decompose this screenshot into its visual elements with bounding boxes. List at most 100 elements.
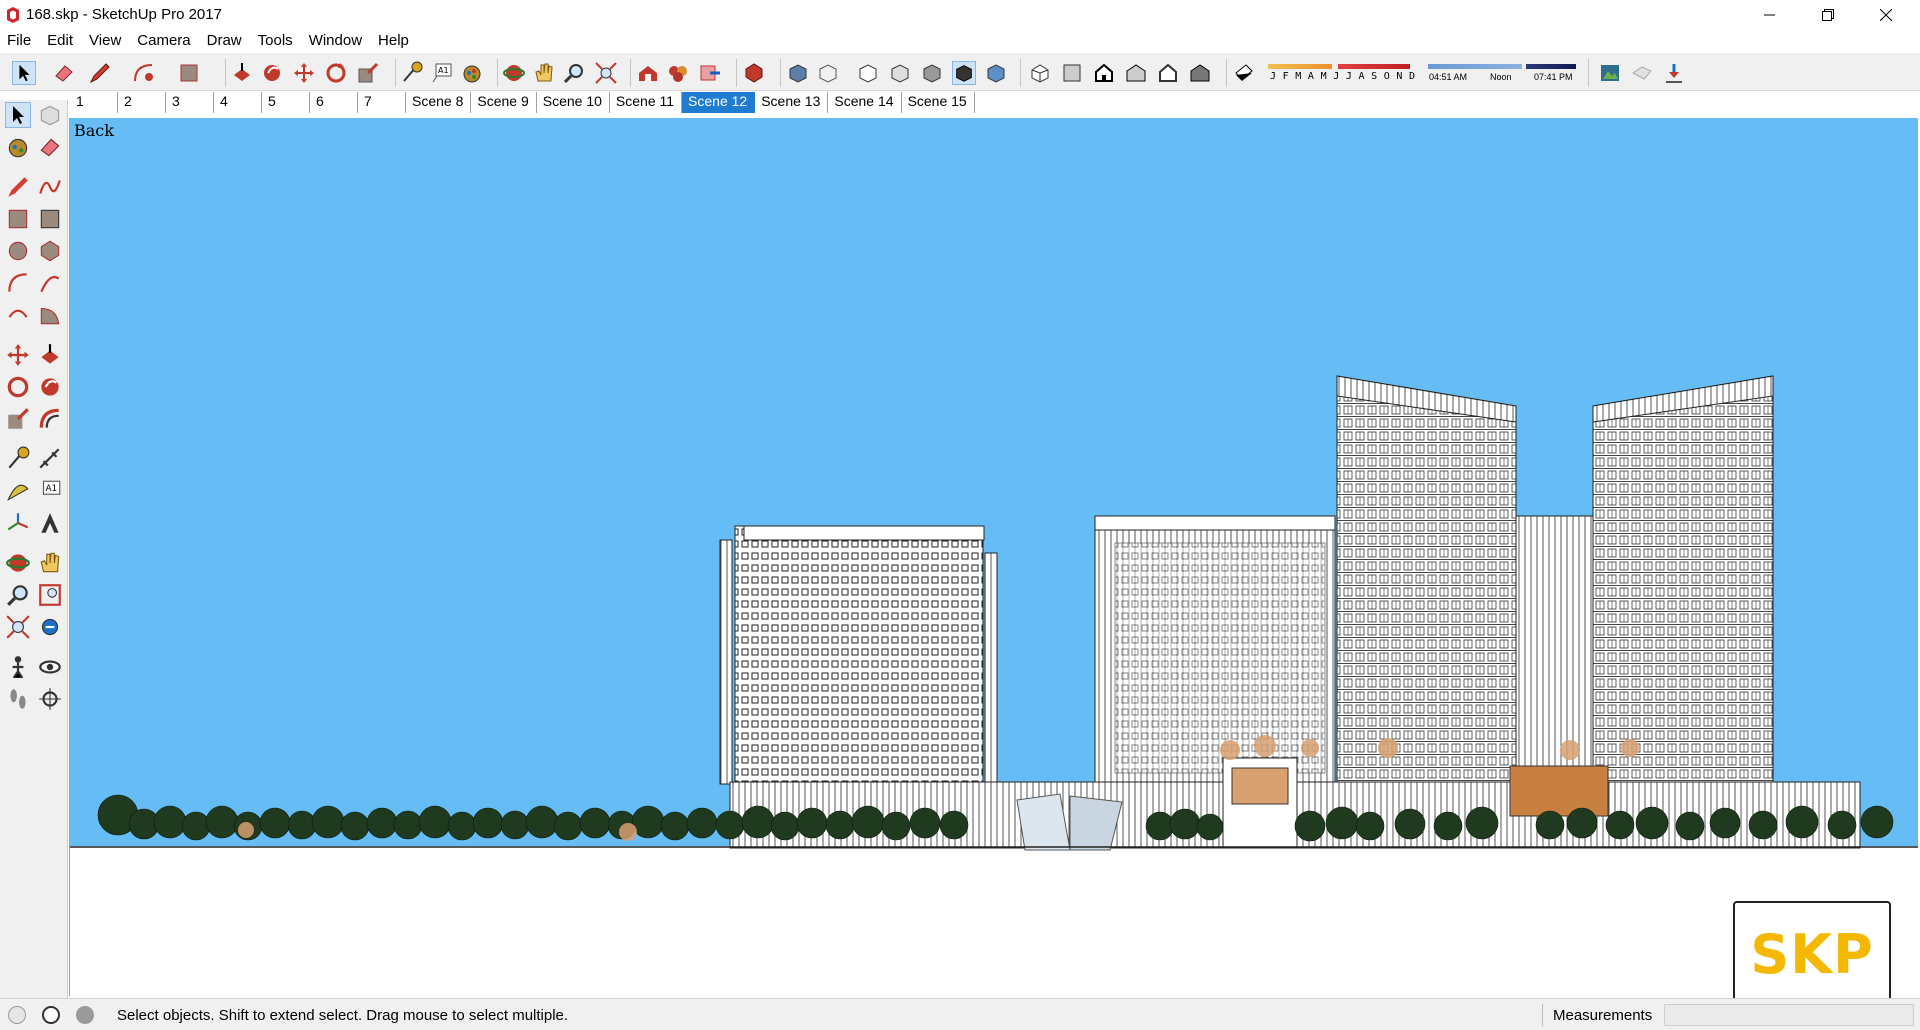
scene-tab[interactable]: Scene 9 <box>471 92 537 113</box>
scene-tab[interactable]: 2 <box>118 92 166 113</box>
scene-tab[interactable]: 4 <box>214 92 262 113</box>
push-pull-icon[interactable] <box>230 61 254 85</box>
zoom-window-icon[interactable] <box>37 582 63 608</box>
scene-tab[interactable]: 7 <box>358 92 406 113</box>
follow-me-icon[interactable] <box>260 61 284 85</box>
scene-tab[interactable]: 5 <box>262 92 310 113</box>
menu-draw[interactable]: Draw <box>200 30 251 53</box>
menu-tools[interactable]: Tools <box>251 30 302 53</box>
arc-icon[interactable] <box>5 270 31 296</box>
hidden-line-style-icon[interactable] <box>856 61 880 85</box>
pan-hand-icon[interactable] <box>532 61 556 85</box>
paint-bucket-icon[interactable] <box>460 61 484 85</box>
follow-me-icon[interactable] <box>37 374 63 400</box>
rectangle-icon[interactable] <box>178 61 202 85</box>
add-location-icon[interactable] <box>1598 61 1622 85</box>
protractor-icon[interactable] <box>5 478 31 504</box>
toggle-terrain-icon[interactable] <box>1630 61 1654 85</box>
circle-icon[interactable] <box>5 238 31 264</box>
minimize-icon[interactable] <box>1741 0 1799 30</box>
shadows-toggle-icon[interactable] <box>1232 61 1256 85</box>
pan-hand-icon[interactable] <box>37 550 63 576</box>
scene-tab[interactable]: 6 <box>310 92 358 113</box>
xray-style-icon[interactable] <box>786 61 810 85</box>
text-icon[interactable]: A1 <box>430 61 454 85</box>
front-view-icon[interactable] <box>1092 61 1116 85</box>
iso-view-icon[interactable] <box>1028 61 1052 85</box>
walk-footprints-icon[interactable] <box>5 686 31 712</box>
tape-measure-icon[interactable] <box>400 61 424 85</box>
top-view-icon[interactable] <box>1060 61 1084 85</box>
shadow-time-slider[interactable]: 04:51 AM Noon 07:41 PM <box>1426 62 1578 86</box>
line-pencil-icon[interactable] <box>88 61 112 85</box>
dimension-icon[interactable] <box>37 446 63 472</box>
scene-tab[interactable]: Scene 10 <box>537 92 610 113</box>
two-point-arc-icon[interactable] <box>37 270 63 296</box>
select-arrow-icon[interactable] <box>12 61 36 85</box>
menu-camera[interactable]: Camera <box>130 30 199 53</box>
extension-warehouse-icon[interactable] <box>742 61 766 85</box>
scene-tab[interactable]: 1 <box>70 92 118 113</box>
scene-tab[interactable]: Scene 14 <box>828 92 902 113</box>
scale-icon[interactable] <box>356 61 380 85</box>
select-arrow-icon[interactable] <box>5 102 31 128</box>
section-plane-icon[interactable] <box>37 686 63 712</box>
scene-tab-active[interactable]: Scene 12 <box>682 92 756 113</box>
monochrome-style-icon[interactable] <box>952 61 976 85</box>
polygon-icon[interactable] <box>37 238 63 264</box>
arc-icon[interactable] <box>132 61 156 85</box>
scene-tab[interactable]: Scene 15 <box>902 92 975 113</box>
wireframe-style-icon[interactable] <box>816 61 840 85</box>
line-pencil-icon[interactable] <box>5 174 31 200</box>
rotated-rectangle-icon[interactable] <box>37 206 63 232</box>
share-model-icon[interactable] <box>698 61 722 85</box>
zoom-icon[interactable] <box>562 61 586 85</box>
three-point-arc-icon[interactable] <box>5 302 31 328</box>
zoom-icon[interactable] <box>5 582 31 608</box>
orbit-icon[interactable] <box>5 550 31 576</box>
shaded-style-icon[interactable] <box>888 61 912 85</box>
previous-view-icon[interactable] <box>37 614 63 640</box>
credits-info-icon[interactable] <box>42 1006 60 1024</box>
menu-window[interactable]: Window <box>302 30 371 53</box>
rotate-icon[interactable] <box>324 61 348 85</box>
scene-tab[interactable]: 3 <box>166 92 214 113</box>
back-view-icon[interactable] <box>1156 61 1180 85</box>
geolocation-icon[interactable] <box>8 1006 26 1024</box>
right-view-icon[interactable] <box>1124 61 1148 85</box>
get-models-icon[interactable] <box>666 61 690 85</box>
menu-help[interactable]: Help <box>371 30 418 53</box>
axes-icon[interactable] <box>5 510 31 536</box>
move-icon[interactable] <box>292 61 316 85</box>
text-icon[interactable]: A1 <box>37 478 63 504</box>
move-icon[interactable] <box>5 342 31 368</box>
shadow-month-slider[interactable]: J F M A M J J A S O N D <box>1268 62 1415 86</box>
tape-measure-icon[interactable] <box>5 446 31 472</box>
orbit-icon[interactable] <box>502 61 526 85</box>
left-view-icon[interactable] <box>1188 61 1212 85</box>
scene-tab[interactable]: Scene 8 <box>406 92 472 113</box>
menu-view[interactable]: View <box>82 30 130 53</box>
measurements-input[interactable] <box>1664 1004 1914 1026</box>
zoom-extents-icon[interactable] <box>5 614 31 640</box>
rectangle-icon[interactable] <box>5 206 31 232</box>
photo-textures-icon[interactable] <box>1662 61 1686 85</box>
offset-icon[interactable] <box>37 406 63 432</box>
shaded-textures-style-icon[interactable] <box>920 61 944 85</box>
scene-tab[interactable]: Scene 11 <box>610 92 683 113</box>
eraser-icon[interactable] <box>52 61 76 85</box>
pie-icon[interactable] <box>37 302 63 328</box>
eraser-icon[interactable] <box>37 134 63 160</box>
menu-file[interactable]: File <box>0 30 40 53</box>
make-component-icon[interactable] <box>37 102 63 128</box>
position-camera-icon[interactable] <box>5 654 31 680</box>
restore-icon[interactable] <box>1799 0 1857 30</box>
push-pull-icon[interactable] <box>37 342 63 368</box>
scene-tab[interactable]: Scene 13 <box>755 92 829 113</box>
close-icon[interactable] <box>1857 0 1915 30</box>
backface-style-icon[interactable] <box>984 61 1008 85</box>
scale-icon[interactable] <box>5 406 31 432</box>
paint-bucket-icon[interactable] <box>5 134 31 160</box>
look-around-eye-icon[interactable] <box>37 654 63 680</box>
rotate-icon[interactable] <box>5 374 31 400</box>
